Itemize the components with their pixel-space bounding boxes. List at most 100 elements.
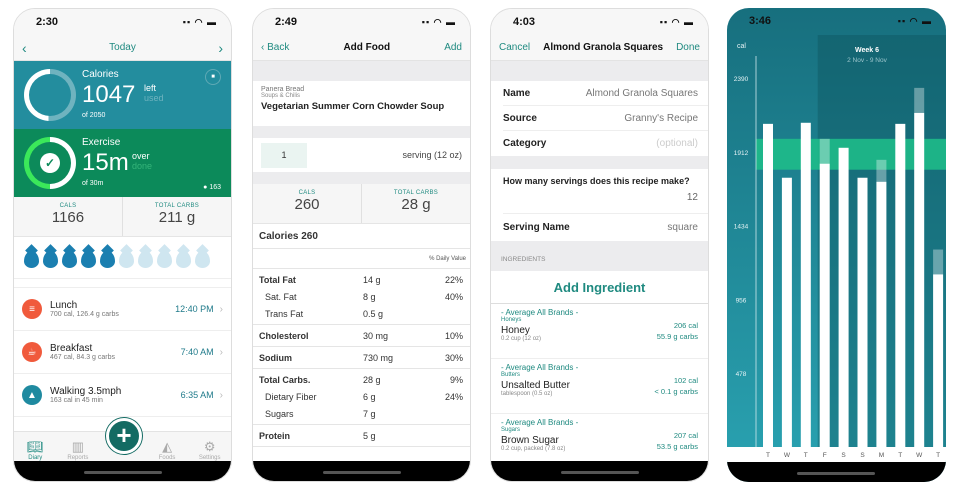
nutrient-row: Sat. Fat 8 g 40% xyxy=(253,288,470,305)
book-icon: 📖︎ xyxy=(27,439,44,454)
water-drop-icon[interactable] xyxy=(100,251,115,268)
water-drop-icon[interactable] xyxy=(138,251,153,268)
exercise-panel[interactable]: ✓ Exercise 15m over done of 30m ● 163 xyxy=(14,129,231,197)
cake-icon: ◭ xyxy=(162,439,173,454)
tab-diary[interactable]: 📖︎ Diary xyxy=(17,439,53,463)
category-field[interactable]: Category (optional) xyxy=(503,131,708,156)
bar[interactable] xyxy=(895,123,906,448)
ingredients-header: INGREDIENTS xyxy=(491,241,708,271)
tab-reports[interactable]: ▥ Reports xyxy=(60,439,96,463)
water-drop-icon[interactable] xyxy=(157,251,172,268)
entry-time: 7:40 AM xyxy=(180,347,214,357)
stat-value: 28 g xyxy=(401,196,431,213)
y-axis-label: cal xyxy=(737,43,746,50)
water-drop-icon[interactable] xyxy=(176,251,191,268)
diary-entry[interactable]: ☕︎ Breakfast 467 cal, 84.3 g carbs 7:40 AM › xyxy=(14,331,231,374)
calories-panel[interactable]: Calories 1047 left used of 2050 ■ xyxy=(14,61,231,129)
ingredient-carbs: < 0.1 g carbs xyxy=(654,387,698,396)
calories-goal: of 2050 xyxy=(82,112,106,119)
add-ingredient-button[interactable]: Add Ingredient xyxy=(491,271,708,304)
x-axis-strip xyxy=(727,447,946,462)
done-label[interactable]: done xyxy=(132,161,152,171)
tab-settings[interactable]: ⚙ Settings xyxy=(192,439,228,463)
bar[interactable] xyxy=(857,177,868,447)
reports-screen: 3:46 ▪▪ ◠ ▬ Week 62 Nov - 9 Nov cal 478 956 1… xyxy=(727,8,946,482)
calorie-bar-chart[interactable]: Week 6 2 Nov - 9 Nov cal 478 956 1434 1912 2390… xyxy=(727,8,946,482)
next-day-button[interactable]: › xyxy=(218,40,223,56)
water-drop-icon[interactable] xyxy=(24,251,39,268)
serving-size-select[interactable]: serving (12 oz) xyxy=(402,150,462,160)
bar-chart-icon: ▥ xyxy=(71,439,85,454)
y-tick-label: 478 xyxy=(736,371,747,378)
bar[interactable] xyxy=(819,163,830,447)
entry-time: 12:40 PM xyxy=(175,304,214,314)
ingredient-item[interactable]: - Average All Brands - Honeys Honey 0.2 cup… xyxy=(491,304,708,359)
carbs-stat: TOTAL CARBS 211 g xyxy=(122,197,231,236)
nutrient-row: Cholesterol 30 mg 10% xyxy=(253,327,470,344)
bar[interactable] xyxy=(876,181,887,447)
calories-title: Calories xyxy=(82,69,119,80)
bar[interactable] xyxy=(763,123,773,448)
gear-icon: ⚙ xyxy=(203,439,216,454)
nutrient-row: Dietary Fiber 6 g 24% xyxy=(253,388,470,405)
date-title[interactable]: Today xyxy=(109,42,136,53)
menu-icon[interactable]: ■ xyxy=(205,69,221,85)
over-label: over xyxy=(132,151,150,161)
quantity-input[interactable]: 1 xyxy=(261,142,307,168)
nutrient-amount: 730 mg xyxy=(363,352,394,363)
status-bar: 4:03 ▪▪ ◠ ▬ xyxy=(491,9,708,35)
field-label: Category xyxy=(503,138,547,149)
name-field[interactable]: Name Almond Granola Squares xyxy=(503,81,708,106)
source-field[interactable]: Source Granny's Recipe xyxy=(503,106,708,131)
nutrient-daily-pct: 40% xyxy=(444,291,463,302)
tab-foods[interactable]: ◭ Foods xyxy=(149,439,185,463)
entry-name: Breakfast xyxy=(50,343,93,354)
ingredient-brand: - Average All Brands - xyxy=(501,308,579,317)
water-drop-icon[interactable] xyxy=(43,251,58,268)
source-input[interactable]: Granny's Recipe xyxy=(624,113,698,124)
done-button[interactable]: Done xyxy=(676,42,700,53)
signal-wifi-battery-icon: ▪▪ ◠ ▬ xyxy=(421,16,456,27)
nutrient-row: Total Carbs. 28 g 9% xyxy=(253,371,470,388)
nutrient-daily-pct: 30% xyxy=(444,352,463,363)
water-drop-icon[interactable] xyxy=(195,251,210,268)
used-label[interactable]: used xyxy=(144,93,164,103)
diary-entries: ≡ Lunch 700 cal, 126.4 g carbs 12:40 PM › ☕︎ B… xyxy=(14,287,231,417)
water-tracker xyxy=(14,237,231,279)
back-button[interactable]: ‹ Back xyxy=(261,42,289,53)
nutrient-row: Protein 5 g xyxy=(253,427,470,444)
serving-name-field[interactable]: Serving Name square xyxy=(503,214,708,241)
exercise-goal: of 30m xyxy=(82,180,104,187)
burned-value: 163 xyxy=(209,184,221,191)
ingredient-item[interactable]: - Average All Brands - Butters Unsalted Bu… xyxy=(491,359,708,414)
prev-day-button[interactable]: ‹ xyxy=(22,40,27,56)
x-tick-label: T xyxy=(936,452,940,459)
bar[interactable] xyxy=(838,147,849,447)
name-input[interactable]: Almond Granola Squares xyxy=(586,88,698,99)
diary-entry[interactable]: ≡ Lunch 700 cal, 126.4 g carbs 12:40 PM › xyxy=(14,288,231,331)
ingredient-calories: 102 cal xyxy=(673,376,698,385)
nutrition-group: Sodium 730 mg 30% xyxy=(253,347,470,369)
add-button[interactable]: Add xyxy=(444,42,462,53)
back-label: Back xyxy=(267,42,290,53)
ingredient-brand: - Average All Brands - xyxy=(501,418,579,427)
category-input[interactable]: (optional) xyxy=(656,138,698,149)
servings-field[interactable]: How many servings does this recipe make?… xyxy=(503,169,708,214)
add-entry-button[interactable]: + xyxy=(106,418,142,454)
food-header: Panera Bread Soups & Chilis Vegetarian S… xyxy=(253,81,470,126)
nav-bar: Cancel Almond Granola Squares Done xyxy=(491,35,708,61)
bar[interactable] xyxy=(800,122,811,448)
nutrient-name: Total Fat xyxy=(259,274,296,285)
bar[interactable] xyxy=(914,112,925,447)
home-indicator xyxy=(491,461,708,481)
water-drop-icon[interactable] xyxy=(119,251,134,268)
bar[interactable] xyxy=(933,274,944,447)
bar[interactable] xyxy=(781,177,792,447)
diary-entry[interactable]: ▲ Walking 3.5mph 163 cal in 45 min 6:35 AM › xyxy=(14,374,231,417)
water-drop-icon[interactable] xyxy=(81,251,96,268)
servings-input[interactable]: 12 xyxy=(503,192,698,203)
home-indicator xyxy=(14,461,231,481)
water-drop-icon[interactable] xyxy=(62,251,77,268)
cancel-button[interactable]: Cancel xyxy=(499,42,530,53)
serving-name-input[interactable]: square xyxy=(667,222,698,233)
